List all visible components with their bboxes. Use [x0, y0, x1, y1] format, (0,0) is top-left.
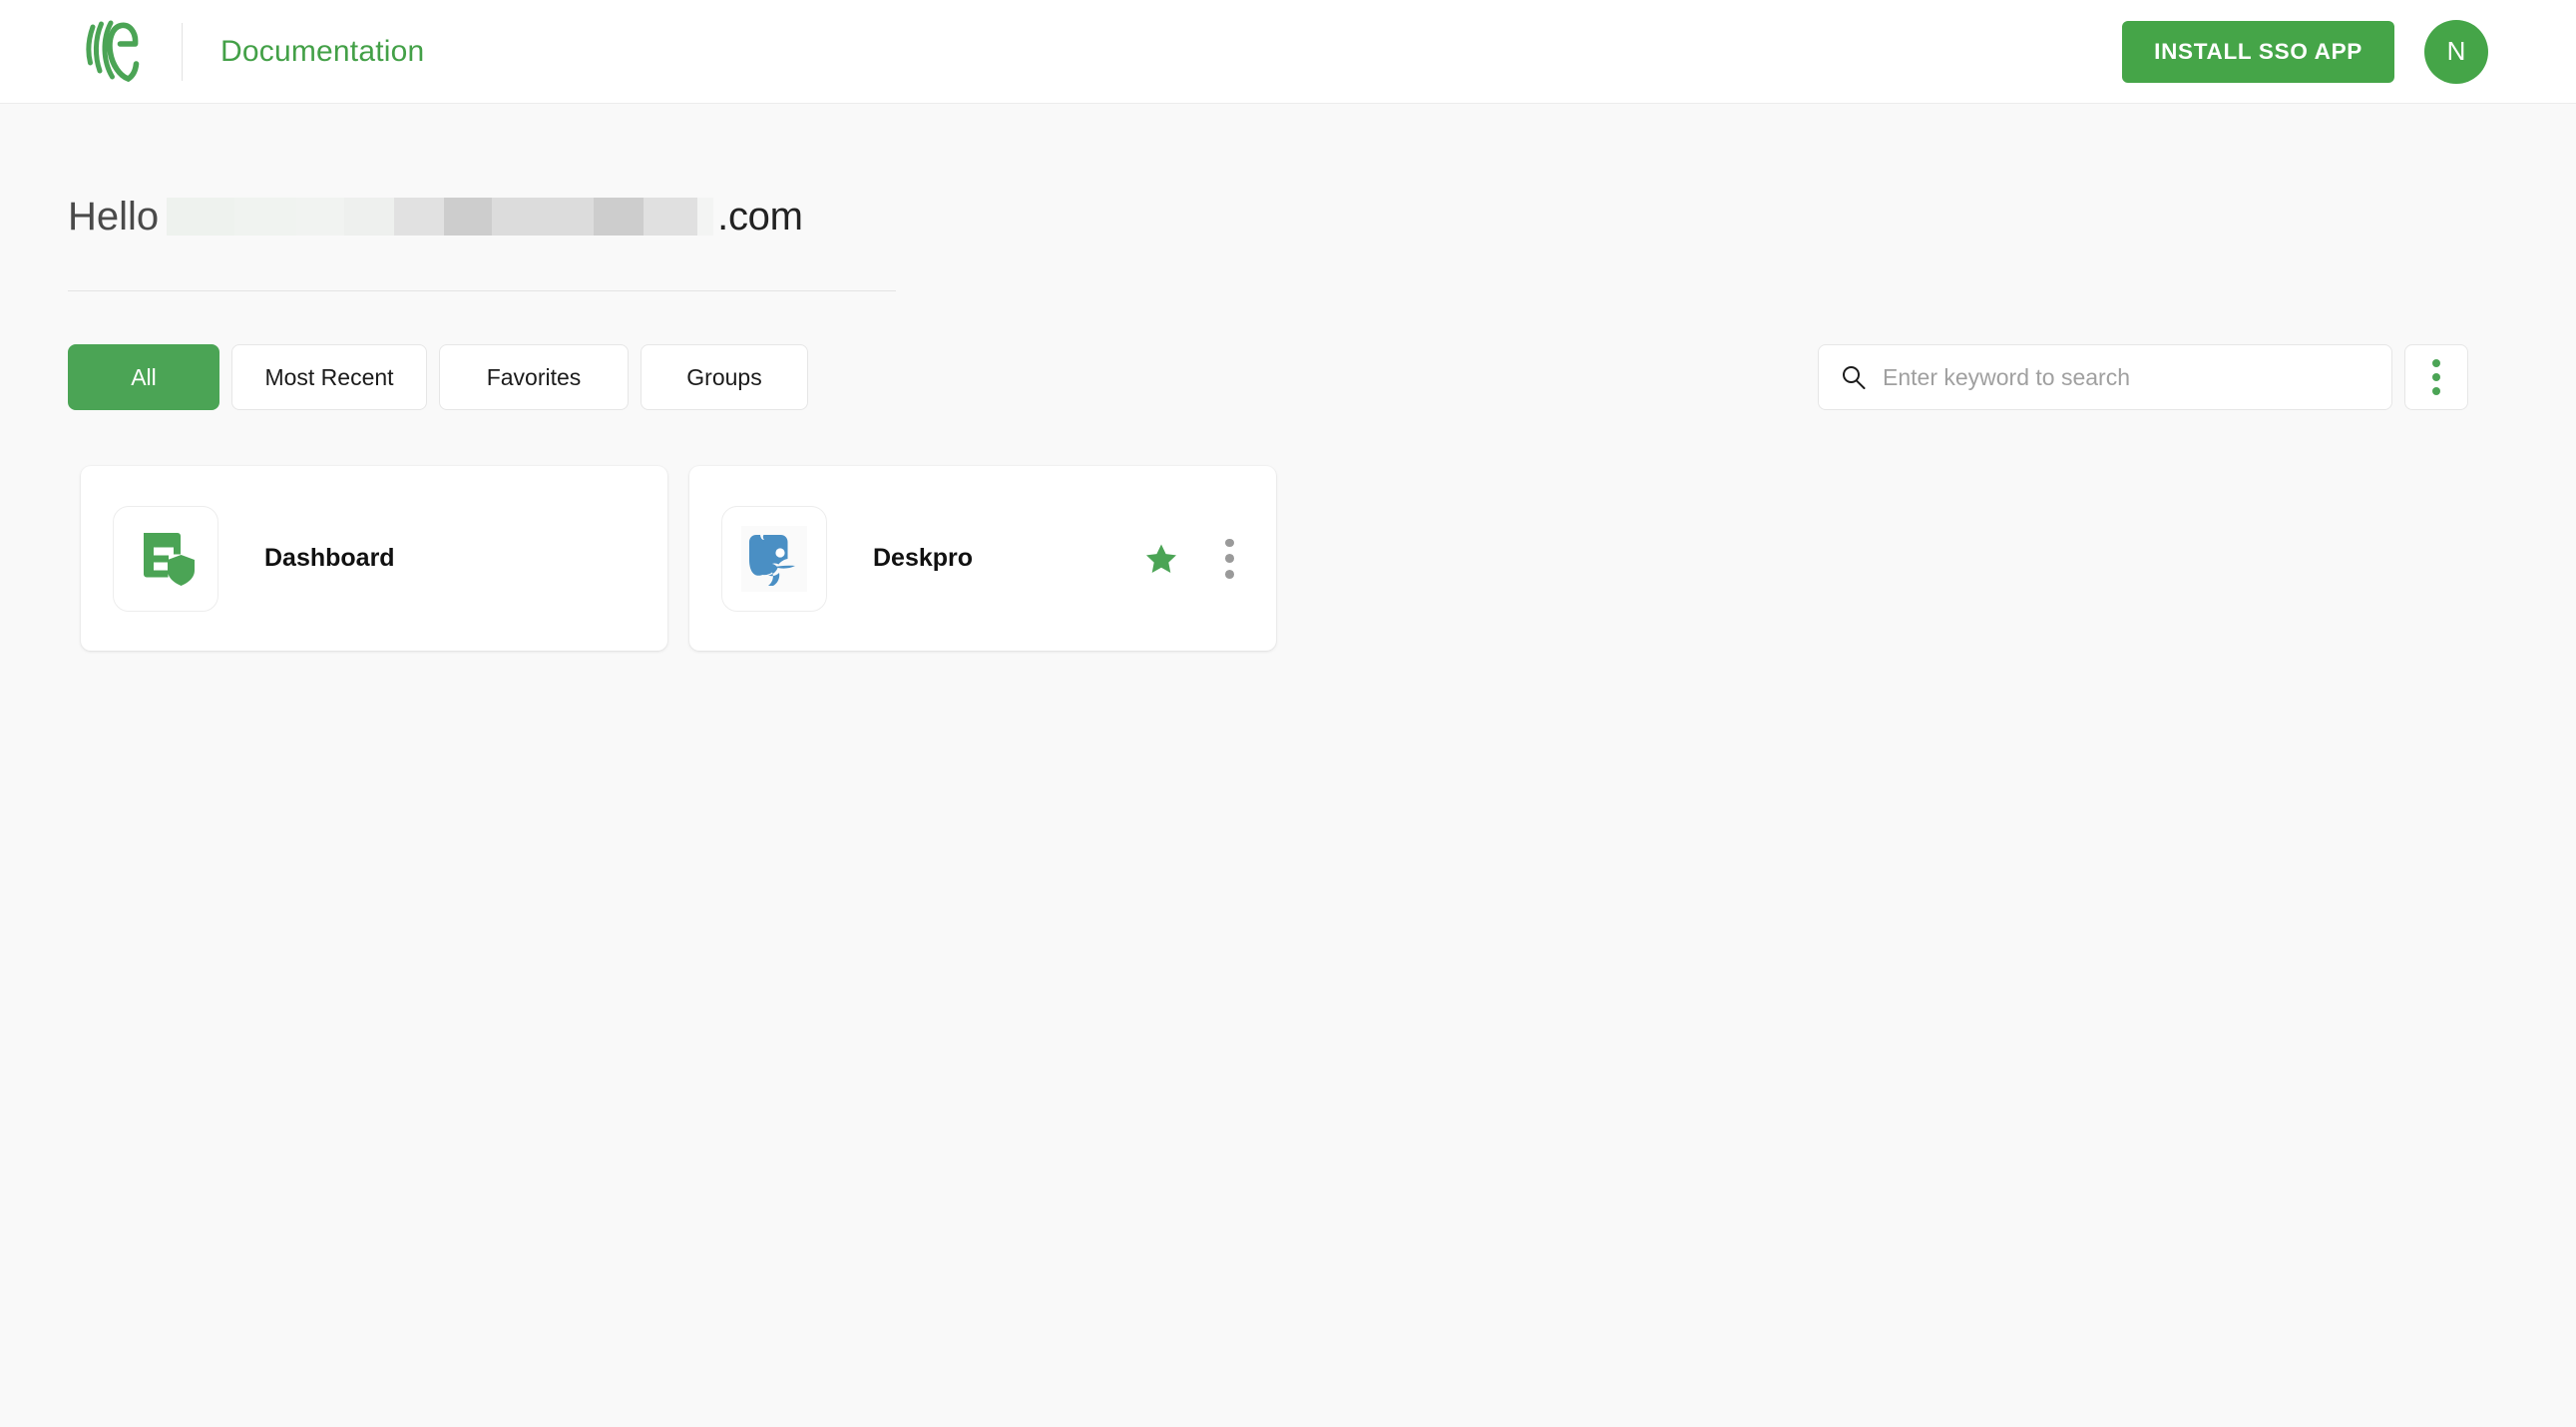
app-card-actions	[1144, 538, 1244, 579]
filter-toolbar: All Most Recent Favorites Groups	[68, 344, 2576, 410]
greeting-section: Hello .com	[68, 104, 2576, 291]
vertical-dots-icon-dot	[2432, 373, 2440, 381]
brand-block: Documentation	[84, 0, 424, 103]
tab-favorites[interactable]: Favorites	[439, 344, 629, 410]
greeting-hello-label: Hello	[68, 195, 160, 238]
main-content: Hello .com All Most Recent Favorites Gro…	[0, 104, 2576, 651]
app-card-overflow-menu-button[interactable]	[1214, 538, 1244, 579]
vertical-dots-icon-dot	[1224, 569, 1234, 579]
avatar[interactable]: N	[2424, 19, 2488, 84]
app-card-dashboard[interactable]: Dashboard	[81, 466, 667, 651]
search-group	[1818, 344, 2468, 410]
vertical-dots-icon-dot	[2432, 387, 2440, 395]
install-sso-app-button[interactable]: INSTALL SSO APP	[2122, 20, 2394, 83]
vertical-dots-icon-dot	[1224, 554, 1234, 563]
deskpro-elephant-icon	[741, 525, 807, 592]
redaction-block	[234, 198, 297, 236]
tab-most-recent[interactable]: Most Recent	[231, 344, 427, 410]
evernote-style-logo-icon[interactable]	[84, 19, 146, 85]
tab-groups[interactable]: Groups	[641, 344, 808, 410]
filter-tabs: All Most Recent Favorites Groups	[68, 344, 808, 410]
toolbar-overflow-menu-button[interactable]	[2404, 344, 2468, 410]
brand-divider	[182, 22, 183, 81]
search-box[interactable]	[1818, 344, 2392, 410]
tab-all[interactable]: All	[68, 344, 219, 410]
app-card-deskpro[interactable]: Deskpro	[689, 466, 1276, 651]
page-title: Documentation	[220, 34, 425, 68]
search-input[interactable]	[1883, 363, 2369, 391]
redaction-block	[594, 198, 644, 236]
redacted-username	[167, 198, 714, 236]
redaction-block	[394, 198, 445, 236]
star-filled-icon	[1146, 544, 1176, 573]
redaction-block	[296, 198, 345, 236]
app-header: Documentation INSTALL SSO APP N	[0, 0, 2576, 104]
redaction-block	[492, 198, 545, 236]
app-icon-tile	[721, 505, 827, 612]
redaction-block	[167, 198, 235, 236]
redaction-block	[344, 198, 395, 236]
redaction-block	[544, 198, 595, 236]
search-icon	[1843, 366, 1866, 389]
app-icon-tile	[113, 505, 218, 612]
redaction-block	[644, 198, 698, 236]
redaction-block	[444, 198, 493, 236]
dashboard-shield-icon	[144, 532, 195, 586]
vertical-dots-icon-dot	[2432, 359, 2440, 367]
greeting: Hello .com	[68, 188, 2576, 245]
vertical-dots-icon-dot	[1224, 538, 1234, 548]
greeting-domain-suffix: .com	[717, 195, 803, 238]
app-card-grid: Dashboard Deskpro	[68, 466, 2576, 651]
app-name-label: Deskpro	[873, 544, 974, 572]
favorite-star-button[interactable]	[1144, 542, 1178, 576]
redaction-block	[697, 198, 714, 236]
greeting-divider	[68, 290, 896, 291]
app-name-label: Dashboard	[264, 544, 395, 572]
header-actions: INSTALL SSO APP N	[2122, 19, 2488, 84]
